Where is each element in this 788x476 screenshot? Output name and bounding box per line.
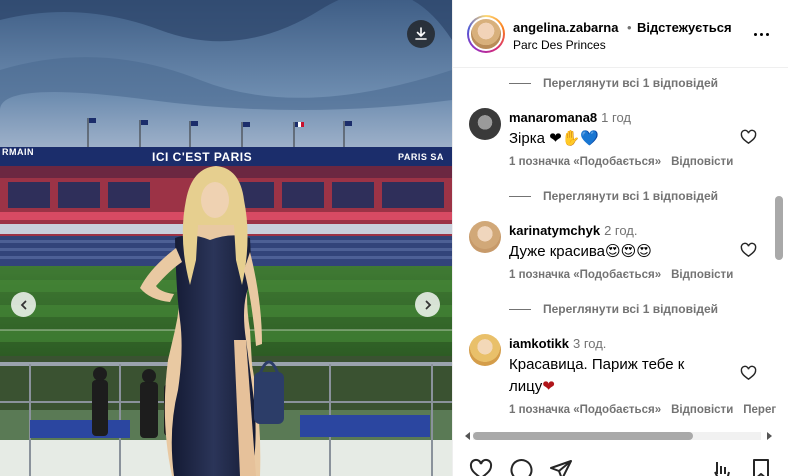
comment-time[interactable]: 2 год. bbox=[604, 223, 637, 238]
view-replies-button[interactable]: Переглянути всі 1 відповідей bbox=[509, 189, 718, 203]
view-replies-label: Переглянути всі 1 відповідей bbox=[543, 189, 718, 203]
banner-text-left: RMAIN bbox=[2, 147, 34, 157]
stadium-photo-illustration bbox=[0, 0, 452, 476]
scroll-left-arrow[interactable] bbox=[465, 432, 470, 440]
share-icon[interactable] bbox=[549, 458, 573, 476]
view-replies-label: Переглянути всі 1 відповідей bbox=[543, 76, 718, 90]
download-icon bbox=[415, 27, 427, 40]
author-avatar[interactable] bbox=[467, 15, 505, 53]
comment-time[interactable]: 3 год. bbox=[573, 336, 606, 351]
comment-body: Зірка bbox=[509, 130, 545, 147]
more-icon bbox=[753, 32, 769, 36]
follow-status-button[interactable]: Відстежується bbox=[637, 20, 732, 35]
comment-header: karinatymchyk 2 год. bbox=[509, 223, 638, 238]
reply-button[interactable]: Відповісти bbox=[671, 404, 733, 416]
comment-meta: 1 позначка «Подобається» Відповісти Перег bbox=[509, 404, 776, 416]
post-actions-bar bbox=[453, 452, 788, 476]
heart-outline-icon[interactable] bbox=[740, 365, 757, 382]
heart-outline-icon[interactable] bbox=[740, 129, 757, 146]
comments-horizontal-scrollbar[interactable] bbox=[465, 430, 775, 442]
comment-text: Дуже красива😍😍😍 bbox=[509, 241, 741, 263]
post-header: angelina.zabarna • Відстежується Parc De… bbox=[453, 0, 788, 68]
comment-meta: 1 позначка «Подобається» Відповісти bbox=[509, 156, 733, 168]
like-post-heart-icon[interactable] bbox=[469, 458, 493, 476]
comment-likes-count[interactable]: 1 позначка «Подобається» bbox=[509, 404, 661, 416]
post-photo: RMAIN ICI C'EST PARIS PARIS SA bbox=[0, 0, 452, 476]
banner-text-center: ICI C'EST PARIS bbox=[152, 150, 253, 164]
comment-body: Красавица. Париж тебе к лицу bbox=[509, 356, 685, 395]
commenter-avatar[interactable] bbox=[469, 334, 501, 366]
heart-outline-icon[interactable] bbox=[740, 242, 757, 259]
comment-meta: 1 позначка «Подобається» Відповісти bbox=[509, 269, 733, 281]
commenter-username[interactable]: iamkotikk bbox=[509, 336, 569, 351]
chevron-right-icon bbox=[425, 300, 431, 309]
view-replies-button-partial[interactable]: Перег bbox=[743, 404, 776, 416]
instagram-post-view: RMAIN ICI C'EST PARIS PARIS SA angelina.… bbox=[0, 0, 788, 476]
comment-header: manaromana8 1 год bbox=[509, 110, 631, 125]
reply-button[interactable]: Відповісти bbox=[671, 269, 733, 281]
stadium-banner: RMAIN ICI C'EST PARIS PARIS SA bbox=[0, 147, 452, 166]
author-username[interactable]: angelina.zabarna bbox=[513, 20, 618, 35]
comment-likes-count[interactable]: 1 позначка «Подобається» bbox=[509, 156, 661, 168]
scroll-right-arrow[interactable] bbox=[767, 432, 772, 440]
save-icon[interactable] bbox=[749, 458, 773, 476]
commenter-username[interactable]: manaromana8 bbox=[509, 110, 597, 125]
next-photo-button[interactable] bbox=[415, 292, 440, 317]
view-replies-button[interactable]: Переглянути всі 1 відповідей bbox=[509, 302, 718, 316]
comment-header: iamkotikk 3 год. bbox=[509, 336, 606, 351]
view-replies-label: Переглянути всі 1 відповідей bbox=[543, 302, 718, 316]
comment-time[interactable]: 1 год bbox=[601, 110, 631, 125]
scrollbar-thumb[interactable] bbox=[473, 432, 693, 440]
comment-emoji: ❤✋💙 bbox=[549, 130, 600, 147]
view-replies-button[interactable]: Переглянути всі 1 відповідей bbox=[509, 76, 718, 90]
comment-body: Дуже красива bbox=[509, 243, 605, 260]
comment-text: Красавица. Париж тебе к лицу❤ bbox=[509, 354, 709, 398]
post-location[interactable]: Parc Des Princes bbox=[513, 38, 606, 52]
comment-text: Зірка ❤✋💙 bbox=[509, 128, 741, 150]
chevron-left-icon bbox=[20, 300, 26, 309]
commenter-username[interactable]: karinatymchyk bbox=[509, 223, 600, 238]
previous-photo-button[interactable] bbox=[11, 292, 36, 317]
comment-likes-count[interactable]: 1 позначка «Подобається» bbox=[509, 269, 661, 281]
comment-emoji: ❤ bbox=[542, 378, 555, 395]
more-options-button[interactable] bbox=[749, 26, 773, 42]
comment-icon[interactable] bbox=[509, 458, 533, 476]
comments-vertical-scrollbar[interactable] bbox=[775, 196, 783, 260]
comments-list: Переглянути всі 1 відповідей manaromana8… bbox=[453, 68, 788, 430]
banner-text-right: PARIS SA bbox=[398, 152, 444, 162]
commenter-avatar[interactable] bbox=[469, 221, 501, 253]
comment-emoji: 😍😍😍 bbox=[604, 243, 652, 260]
header-separator: • bbox=[627, 20, 632, 35]
download-button[interactable] bbox=[407, 20, 435, 48]
post-side-panel: angelina.zabarna • Відстежується Parc De… bbox=[452, 0, 788, 476]
reply-button[interactable]: Відповісти bbox=[671, 156, 733, 168]
commenter-avatar[interactable] bbox=[469, 108, 501, 140]
cursor-hand-icon bbox=[714, 462, 730, 476]
